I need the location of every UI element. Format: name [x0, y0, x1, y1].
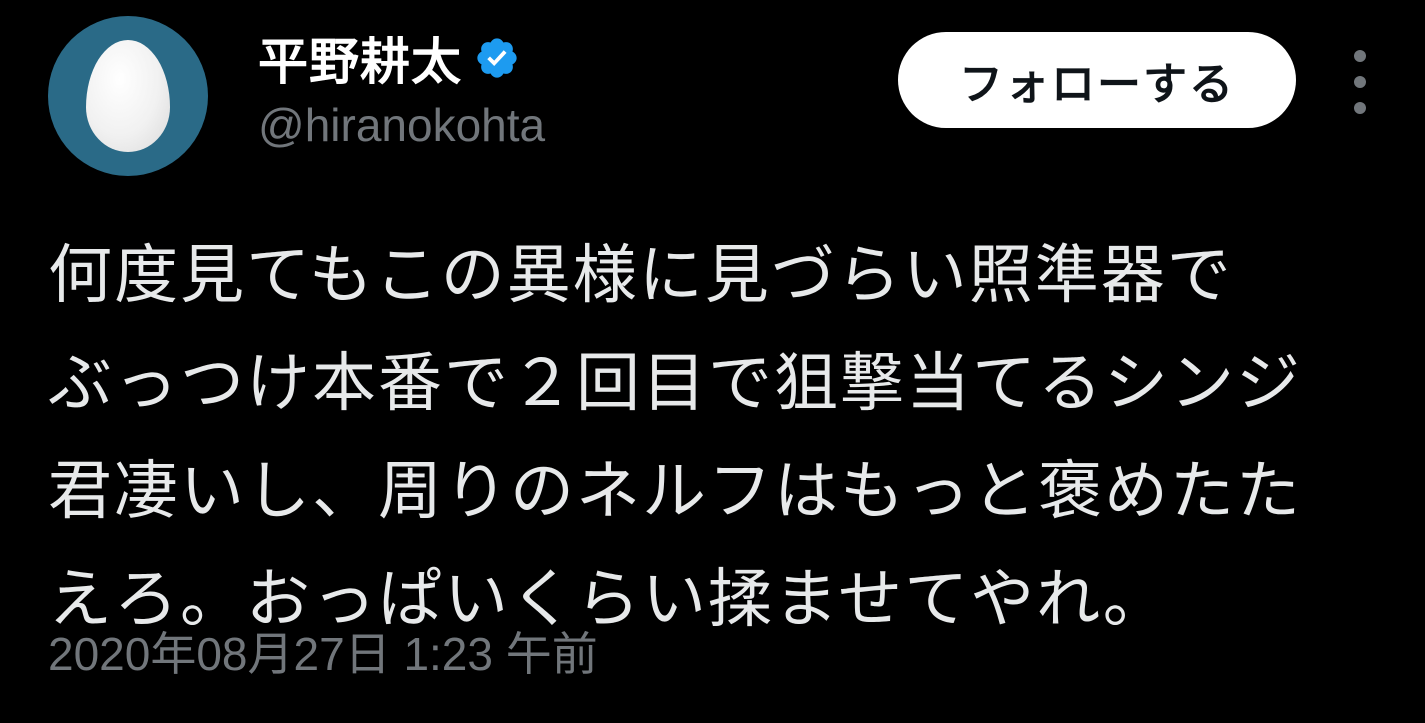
more-vertical-icon-dot	[1354, 102, 1366, 114]
more-options-button[interactable]	[1342, 50, 1378, 114]
more-vertical-icon-dot	[1354, 76, 1366, 88]
user-name-row: 平野耕太	[258, 26, 520, 91]
tweet-text: 何度見てもこの異様に見づらい照準器で ぶっつけ本番で２回目で狙撃当てるシンジ 君…	[48, 222, 1388, 654]
follow-button[interactable]: フォローする	[898, 32, 1296, 128]
tweet-text-line: ぶっつけ本番で２回目で狙撃当てるシンジ	[48, 347, 1302, 421]
tweet-card: 平野耕太 @hiranokohta フォローする 何度見てもこの異様に見づらい照…	[0, 0, 1425, 723]
user-handle[interactable]: @hiranokohta	[258, 98, 545, 152]
verified-badge-icon	[477, 38, 517, 78]
tweet-timestamp[interactable]: 2020年08月27日 1:23 午前	[48, 618, 598, 684]
tweet-text-line: 君凄いし、周りのネルフはもっと褒めたた	[48, 455, 1302, 529]
display-name[interactable]: 平野耕太	[258, 22, 462, 94]
tweet-text-line: 何度見てもこの異様に見づらい照準器で	[48, 239, 1233, 313]
avatar[interactable]	[48, 16, 208, 176]
more-vertical-icon	[1354, 50, 1366, 62]
default-egg-avatar-icon	[86, 40, 170, 152]
